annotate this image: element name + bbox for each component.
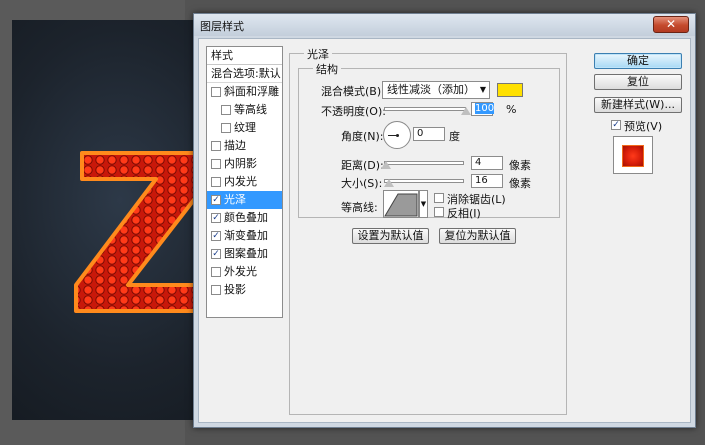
ok-button[interactable]: 确定 bbox=[594, 53, 682, 69]
style-item[interactable]: ✓ 渐变叠加 bbox=[207, 227, 282, 245]
style-item-label: 渐变叠加 bbox=[224, 229, 268, 242]
invert-label: 反相(I) bbox=[447, 207, 481, 220]
opacity-value: 100 bbox=[475, 103, 495, 114]
style-item-label: 等高线 bbox=[234, 103, 267, 116]
style-item-label: 颜色叠加 bbox=[224, 211, 268, 224]
size-input[interactable]: 16 bbox=[471, 174, 503, 188]
checkbox-checked[interactable]: ✓ bbox=[211, 231, 221, 241]
angle-unit: 度 bbox=[449, 130, 460, 143]
opacity-input[interactable]: 100 bbox=[471, 102, 495, 116]
checkbox[interactable] bbox=[221, 105, 231, 115]
style-item-label: 斜面和浮雕 bbox=[224, 85, 279, 98]
size-slider[interactable] bbox=[384, 179, 464, 183]
dialog-titlebar: 图层样式 ✕ bbox=[194, 14, 695, 36]
style-item[interactable]: 描边 bbox=[207, 137, 282, 155]
contour-dropdown-arrow[interactable]: ▼ bbox=[419, 190, 428, 218]
reset-default-button[interactable]: 复位为默认值 bbox=[439, 228, 516, 244]
style-item-label: 投影 bbox=[224, 283, 246, 296]
style-item-label: 纹理 bbox=[234, 121, 256, 134]
style-preview-thumbnail bbox=[613, 136, 653, 174]
contour-curve-icon bbox=[384, 193, 418, 217]
style-item-label: 内发光 bbox=[224, 175, 257, 188]
layer-style-dialog: 图层样式 ✕ 样式 混合选项:默认 斜面和浮雕 等高线 纹理 描边 内阴影 内发光 ✓ 光泽 ✓… bbox=[193, 13, 696, 428]
style-list: 样式 混合选项:默认 斜面和浮雕 等高线 纹理 描边 内阴影 内发光 ✓ 光泽 ✓ 颜色叠加 ✓ 渐变… bbox=[206, 46, 283, 318]
opacity-unit: % bbox=[506, 103, 517, 116]
style-item[interactable]: 斜面和浮雕 bbox=[207, 83, 282, 101]
satin-group-title: 光泽 bbox=[304, 46, 332, 62]
contour-preview[interactable] bbox=[383, 190, 419, 218]
style-item[interactable]: 等高线 bbox=[207, 101, 282, 119]
structure-group-title: 结构 bbox=[313, 61, 341, 77]
checkbox[interactable] bbox=[211, 285, 221, 295]
size-label: 大小(S): bbox=[341, 177, 383, 190]
invert-checkbox[interactable] bbox=[434, 207, 444, 217]
set-default-button[interactable]: 设置为默认值 bbox=[352, 228, 429, 244]
style-item-label: 图案叠加 bbox=[224, 247, 268, 260]
size-unit: 像素 bbox=[509, 177, 531, 190]
style-list-header[interactable]: 样式 bbox=[207, 47, 282, 65]
size-slider-thumb[interactable] bbox=[383, 179, 394, 187]
blend-mode-select[interactable]: 线性减淡（添加） ▼ bbox=[382, 81, 490, 99]
antialias-checkbox[interactable] bbox=[434, 193, 444, 203]
dialog-title: 图层样式 bbox=[200, 20, 244, 33]
checkbox[interactable] bbox=[211, 87, 221, 97]
checkbox-checked[interactable]: ✓ bbox=[211, 249, 221, 259]
chevron-down-icon: ▼ bbox=[479, 85, 486, 94]
style-item-label: 光泽 bbox=[224, 193, 246, 206]
structure-group: 结构 混合模式(B): 线性减淡（添加） ▼ 不透明度(O): 100 % 角度… bbox=[298, 61, 560, 220]
checkbox[interactable] bbox=[221, 123, 231, 133]
checkbox-checked[interactable]: ✓ bbox=[211, 195, 221, 205]
distance-label: 距离(D): bbox=[341, 159, 384, 172]
angle-input[interactable]: 0 bbox=[413, 127, 445, 141]
angle-dial[interactable] bbox=[383, 121, 411, 149]
blend-mode-value: 线性减淡（添加） bbox=[387, 83, 475, 96]
blend-mode-label: 混合模式(B): bbox=[321, 85, 385, 98]
checkbox[interactable] bbox=[211, 141, 221, 151]
style-item[interactable]: ✓ 颜色叠加 bbox=[207, 209, 282, 227]
new-style-button[interactable]: 新建样式(W)... bbox=[594, 97, 682, 113]
distance-slider-thumb[interactable] bbox=[380, 161, 391, 169]
contour-label: 等高线: bbox=[341, 201, 378, 214]
preview-checkbox[interactable]: ✓ bbox=[611, 120, 621, 130]
style-item[interactable]: 纹理 bbox=[207, 119, 282, 137]
distance-unit: 像素 bbox=[509, 159, 531, 172]
checkbox-checked[interactable]: ✓ bbox=[211, 213, 221, 223]
opacity-label: 不透明度(O): bbox=[321, 105, 386, 118]
opacity-slider[interactable] bbox=[384, 107, 466, 111]
blend-options-item[interactable]: 混合选项:默认 bbox=[207, 65, 282, 83]
close-button[interactable]: ✕ bbox=[653, 16, 689, 33]
style-item-label: 内阴影 bbox=[224, 157, 257, 170]
opacity-slider-thumb[interactable] bbox=[461, 107, 471, 115]
angle-label: 角度(N): bbox=[341, 130, 384, 143]
style-item[interactable]: ✓ 图案叠加 bbox=[207, 245, 282, 263]
reset-button[interactable]: 复位 bbox=[594, 74, 682, 90]
satin-group: 光泽 结构 混合模式(B): 线性减淡（添加） ▼ 不透明度(O): 100 %… bbox=[289, 46, 567, 415]
dialog-body: 样式 混合选项:默认 斜面和浮雕 等高线 纹理 描边 内阴影 内发光 ✓ 光泽 ✓ 颜色叠加 ✓ 渐变… bbox=[198, 38, 691, 423]
style-item[interactable]: 内阴影 bbox=[207, 155, 282, 173]
checkbox[interactable] bbox=[211, 159, 221, 169]
style-item[interactable]: 内发光 bbox=[207, 173, 282, 191]
style-item[interactable]: 外发光 bbox=[207, 263, 282, 281]
checkbox[interactable] bbox=[211, 267, 221, 277]
preview-label: 预览(V) bbox=[624, 120, 663, 133]
style-item-label: 外发光 bbox=[224, 265, 257, 278]
distance-input[interactable]: 4 bbox=[471, 156, 503, 170]
style-item[interactable]: ✓ 光泽 bbox=[207, 191, 282, 209]
blend-color-swatch[interactable] bbox=[497, 83, 523, 97]
distance-slider[interactable] bbox=[384, 161, 464, 165]
checkbox[interactable] bbox=[211, 177, 221, 187]
style-item-label: 描边 bbox=[224, 139, 246, 152]
style-item[interactable]: 投影 bbox=[207, 281, 282, 299]
